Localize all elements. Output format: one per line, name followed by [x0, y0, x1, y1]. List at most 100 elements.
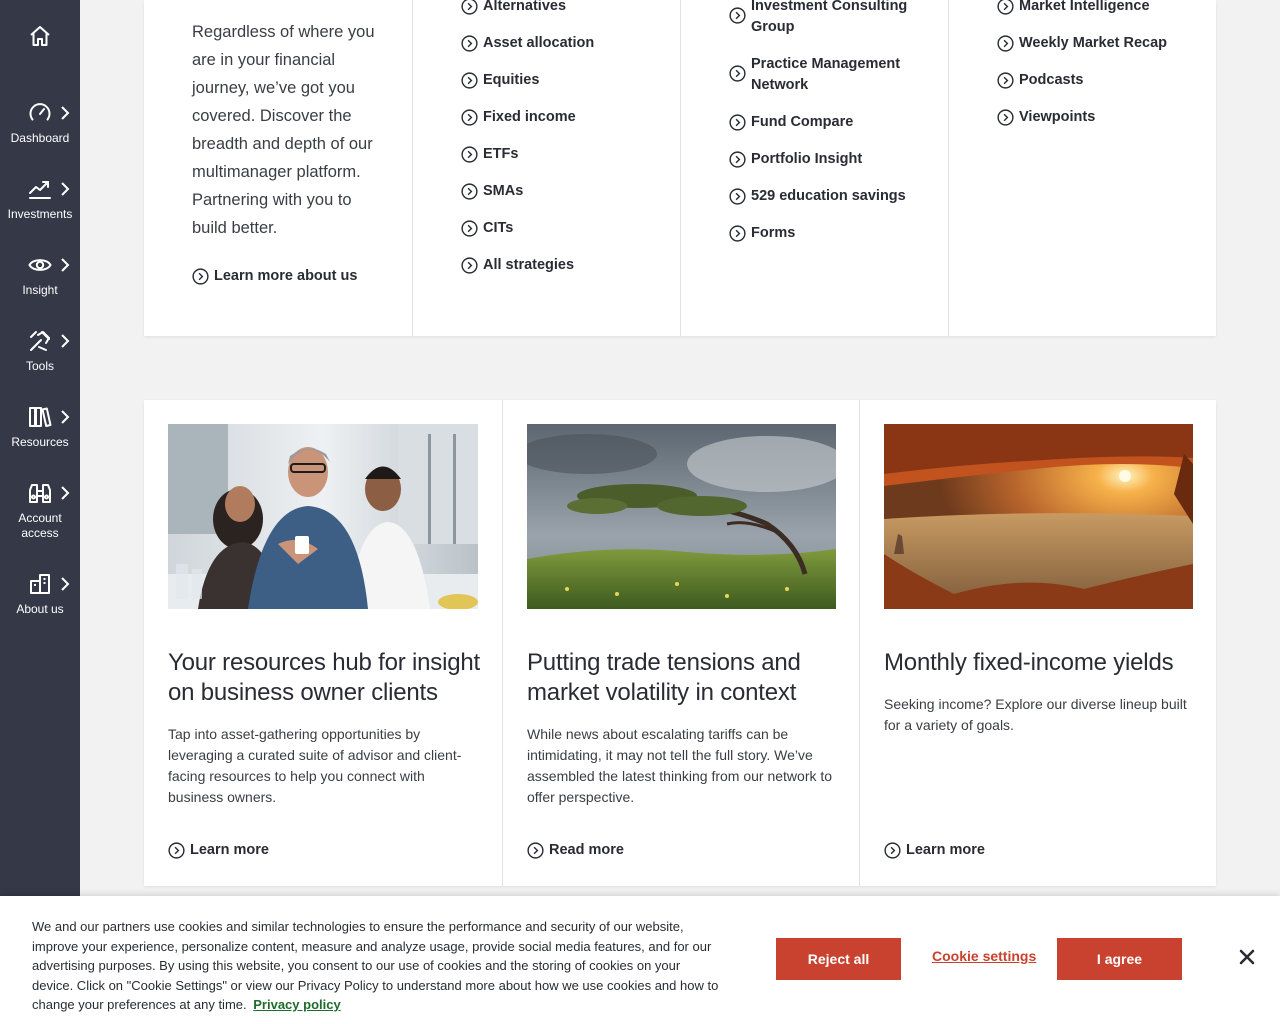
link-etfs[interactable]: ETFs [461, 144, 518, 165]
cookie-consent-banner: We and our partners use cookies and simi… [0, 896, 1280, 1024]
chevron-right-icon [61, 486, 70, 500]
binoculars-icon [29, 484, 51, 503]
chevron-right-icon [61, 106, 70, 120]
circle-arrow-icon [997, 109, 1014, 126]
learn-more-about-us-link[interactable]: Learn more about us [192, 266, 357, 287]
article-body: Tap into asset-gathering opportunities b… [168, 726, 462, 805]
chevron-right-icon [61, 577, 70, 591]
article-card: Your resources hub for insight on busine… [144, 400, 502, 886]
circle-arrow-icon [997, 72, 1014, 89]
link-practice-management-network[interactable]: Practice Management Network [729, 54, 919, 96]
link-529-education-savings[interactable]: 529 education savings [729, 186, 906, 207]
link-weekly-market-recap[interactable]: Weekly Market Recap [997, 33, 1167, 54]
circle-arrow-icon [461, 109, 478, 126]
link-fund-compare[interactable]: Fund Compare [729, 112, 853, 133]
circle-arrow-icon [729, 188, 746, 205]
article-card: Monthly fixed-income yields Seeking inco… [859, 400, 1216, 886]
sidebar-item-insight[interactable]: Insight [0, 253, 80, 323]
circle-arrow-icon [729, 7, 746, 24]
circle-arrow-icon [461, 220, 478, 237]
investments-links-column: Alternatives Asset allocation Equities F… [412, 0, 680, 336]
sidebar-item-dashboard[interactable]: Dashboard [0, 101, 80, 171]
chevron-right-icon [61, 410, 70, 424]
building-icon [30, 574, 50, 594]
cookie-message: We and our partners use cookies and simi… [32, 917, 722, 1015]
link-market-intelligence[interactable]: Market Intelligence [997, 0, 1150, 17]
sidebar-item-label: Insight [22, 283, 58, 297]
link-cits[interactable]: CITs [461, 218, 513, 239]
link-viewpoints[interactable]: Viewpoints [997, 107, 1095, 128]
circle-arrow-icon [461, 257, 478, 274]
circle-arrow-icon [461, 72, 478, 89]
article-image-business-meeting [168, 424, 478, 609]
mega-menu-panel: Regardless of where you are in your fina… [144, 0, 1216, 336]
learn-more-link[interactable]: Learn more [884, 840, 985, 861]
sidebar-item-label: Tools [25, 359, 54, 373]
tools-icon [30, 331, 50, 351]
circle-arrow-icon [729, 114, 746, 131]
sidebar-item-tools[interactable]: Tools [0, 329, 80, 399]
sidebar-item-resources[interactable]: Resources [0, 405, 80, 475]
sidebar-item-label: Account access [18, 511, 62, 540]
i-agree-button[interactable]: I agree [1057, 938, 1182, 980]
link-portfolio-insight[interactable]: Portfolio Insight [729, 149, 862, 170]
circle-arrow-icon [461, 0, 478, 15]
link-podcasts[interactable]: Podcasts [997, 70, 1083, 91]
article-body: While news about escalating tariffs can … [527, 726, 833, 805]
intro-text: Regardless of where you are in your fina… [192, 23, 375, 237]
circle-arrow-icon [461, 35, 478, 52]
link-equities[interactable]: Equities [461, 70, 539, 91]
sidebar-item-investments[interactable]: Investments [0, 177, 80, 247]
article-title: Monthly fixed-income yields [884, 649, 1174, 676]
link-asset-allocation[interactable]: Asset allocation [461, 33, 594, 54]
home-icon [30, 26, 50, 46]
circle-arrow-icon [461, 146, 478, 163]
gauge-icon [29, 103, 51, 121]
sidebar-item-about-us[interactable]: About us [0, 572, 80, 642]
chevron-right-icon [61, 334, 70, 348]
sidebar-item-label: About us [16, 602, 64, 616]
article-card: Putting trade tensions and market volati… [502, 400, 859, 886]
circle-arrow-icon [168, 842, 185, 859]
learn-more-link[interactable]: Learn more [168, 840, 269, 861]
link-alternatives[interactable]: Alternatives [461, 0, 566, 17]
intro-column: Regardless of where you are in your fina… [144, 0, 412, 336]
trend-chart-icon [29, 181, 51, 199]
link-smas[interactable]: SMAs [461, 181, 523, 202]
reject-all-button[interactable]: Reject all [776, 938, 901, 980]
insight-links-column: Market Intelligence Weekly Market Recap … [948, 0, 1216, 336]
article-body: Seeking income? Explore our diverse line… [884, 696, 1187, 733]
article-title: Putting trade tensions and market volati… [527, 649, 801, 706]
home-button[interactable] [0, 24, 80, 58]
chevron-right-icon [61, 182, 70, 196]
tools-links-column: Investment Consulting Group Practice Man… [680, 0, 948, 336]
link-all-strategies[interactable]: All strategies [461, 255, 574, 276]
circle-arrow-icon [729, 151, 746, 168]
circle-arrow-icon [729, 225, 746, 242]
circle-arrow-icon [461, 183, 478, 200]
sidebar-item-label: Resources [11, 435, 69, 449]
privacy-policy-link[interactable]: Privacy policy [253, 997, 340, 1012]
cookie-message-text: We and our partners use cookies and simi… [32, 919, 719, 1012]
link-investment-consulting-group[interactable]: Investment Consulting Group [729, 0, 919, 38]
sidebar-item-label: Dashboard [10, 131, 70, 145]
circle-arrow-icon [192, 268, 209, 285]
article-image-windswept-tree [527, 424, 836, 609]
cookie-settings-link[interactable]: Cookie settings [932, 948, 1036, 964]
article-image-canyon-sunrise [884, 424, 1193, 609]
featured-articles: Your resources hub for insight on busine… [144, 400, 1216, 886]
circle-arrow-icon [997, 35, 1014, 52]
sidebar-item-account-access[interactable]: Account access [0, 481, 80, 551]
close-icon[interactable] [1238, 948, 1256, 966]
chevron-right-icon [61, 258, 70, 272]
link-fixed-income[interactable]: Fixed income [461, 107, 576, 128]
article-title: Your resources hub for insight on busine… [168, 649, 480, 706]
circle-arrow-icon [997, 0, 1014, 15]
circle-arrow-icon [527, 842, 544, 859]
read-more-link[interactable]: Read more [527, 840, 624, 861]
sidebar-item-label: Investments [7, 207, 73, 221]
eye-icon [28, 259, 52, 271]
sidebar: Dashboard Investments Insight Tools Reso… [0, 0, 80, 1024]
circle-arrow-icon [729, 65, 746, 82]
link-forms[interactable]: Forms [729, 223, 795, 244]
